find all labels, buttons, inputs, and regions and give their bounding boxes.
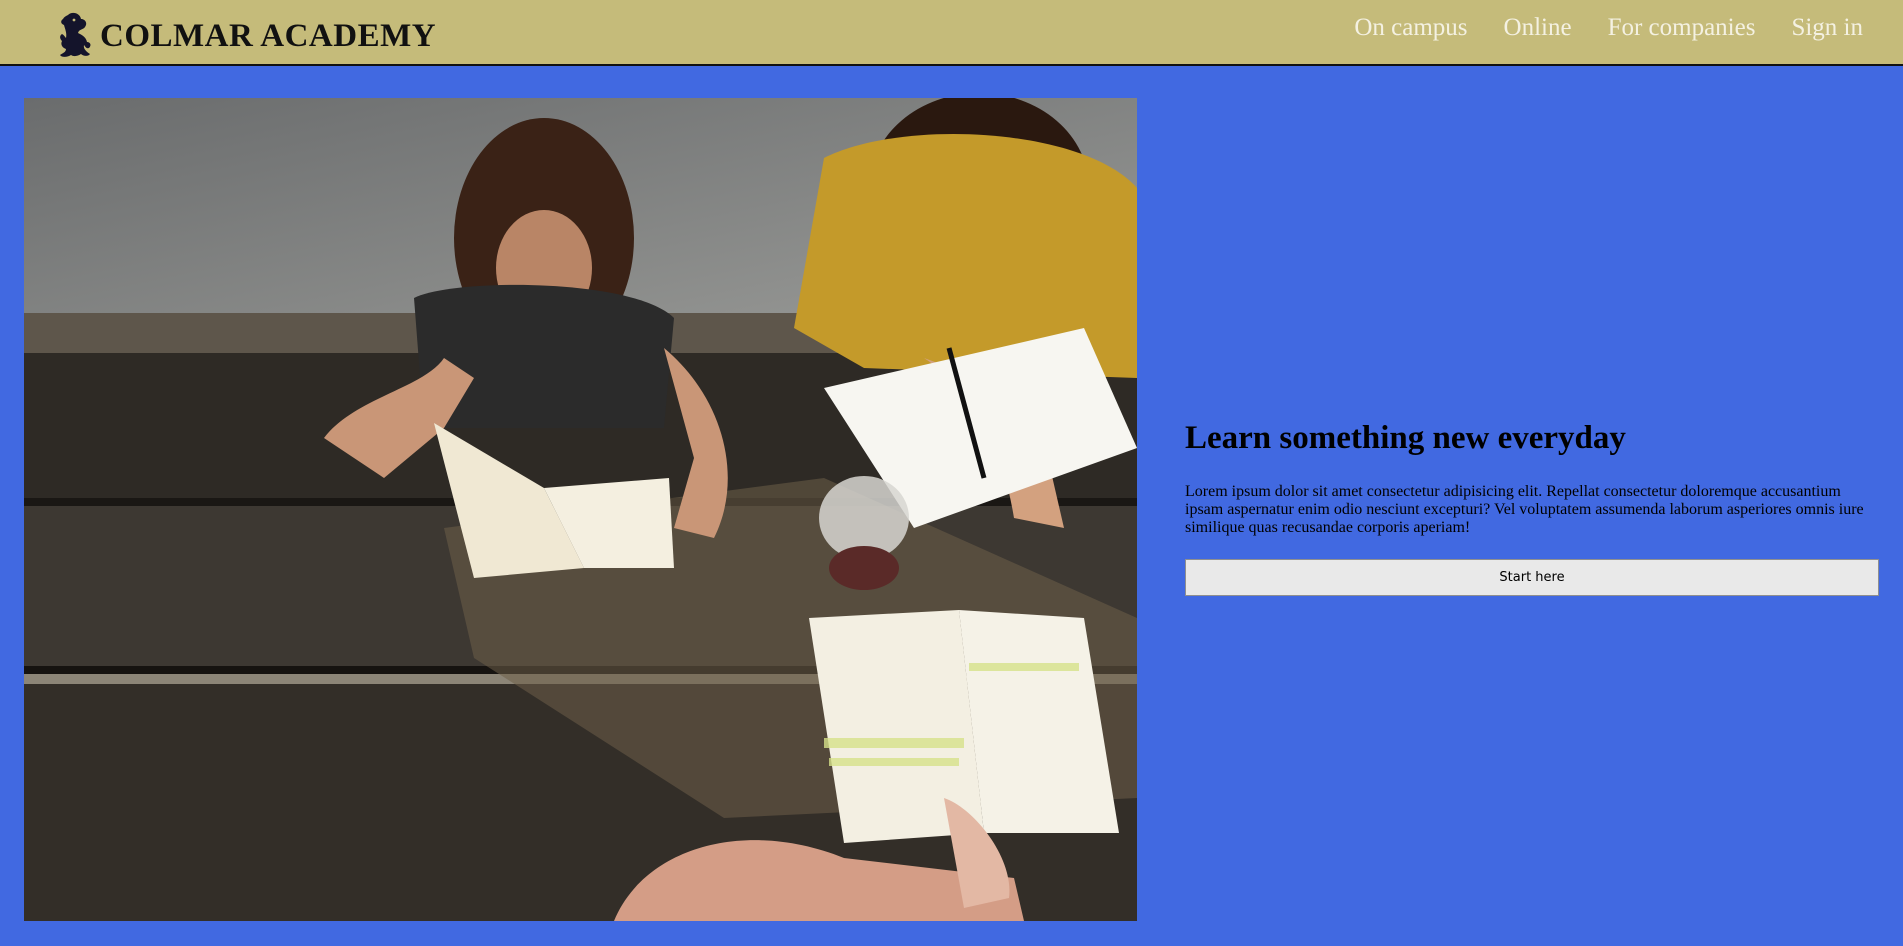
hero-title: Learn something new everyday	[1185, 420, 1626, 456]
hero-photo	[24, 98, 1137, 921]
students-studying-photo	[24, 98, 1137, 921]
top-navigation-bar: COLMAR ACADEMY On campus Online For comp…	[0, 0, 1903, 66]
brand-name: COLMAR ACADEMY	[100, 17, 437, 54]
nav-link-on-campus[interactable]: On campus	[1354, 14, 1467, 42]
nav-link-online[interactable]: Online	[1504, 14, 1572, 42]
start-here-button[interactable]: Start here	[1185, 559, 1879, 596]
lion-logo-icon	[54, 11, 94, 61]
hero-description: Lorem ipsum dolor sit amet consectetur a…	[1185, 483, 1864, 536]
brand[interactable]: COLMAR ACADEMY	[54, 10, 436, 62]
nav-link-for-companies[interactable]: For companies	[1608, 14, 1756, 42]
nav-link-sign-in[interactable]: Sign in	[1791, 14, 1863, 42]
hero-content: Learn something new everyday Lorem ipsum…	[1185, 420, 1879, 596]
main-nav: On campus Online For companies Sign in	[1354, 14, 1863, 42]
